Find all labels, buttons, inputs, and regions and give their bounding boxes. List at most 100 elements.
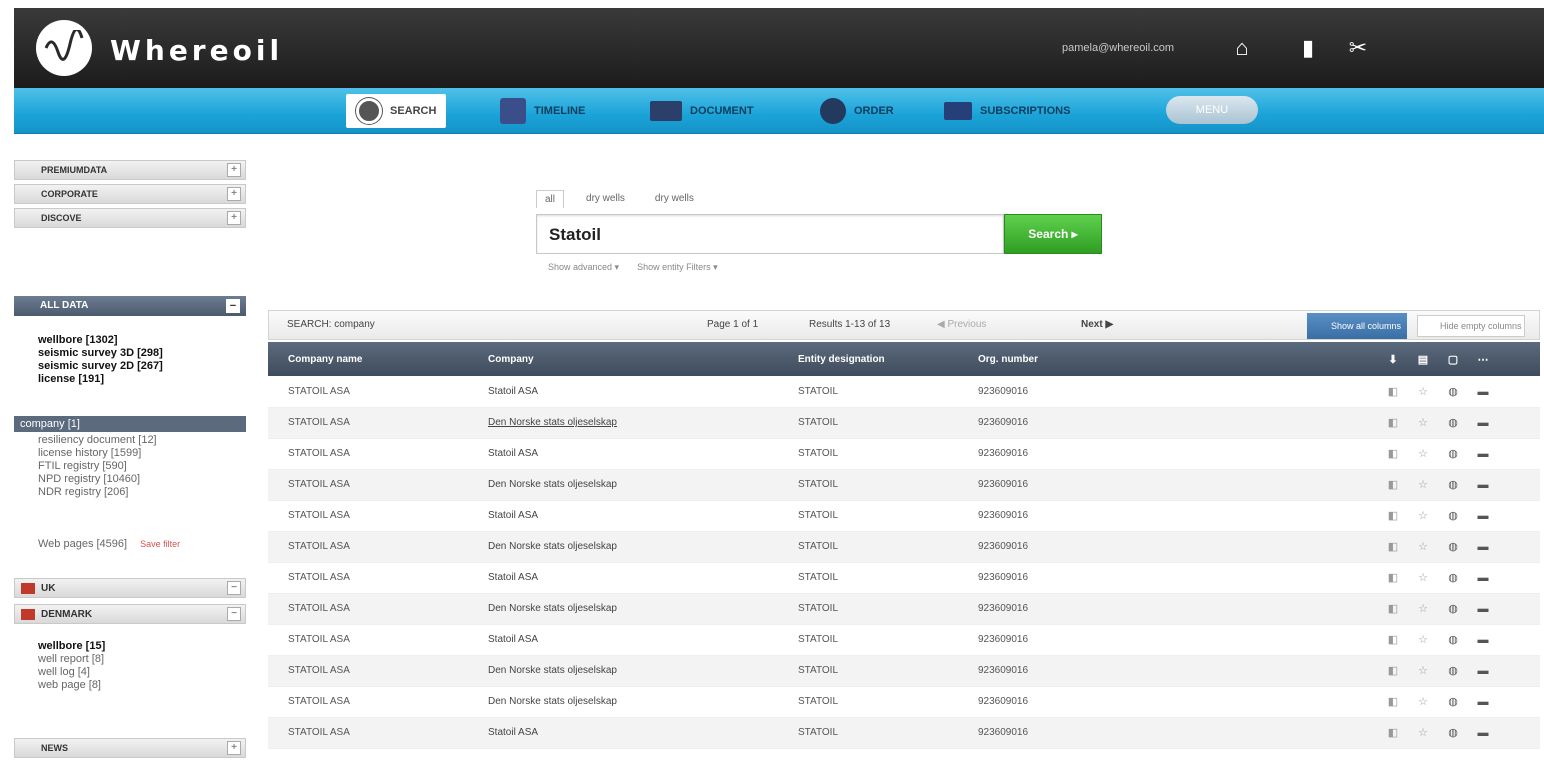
more-icon[interactable]: ⋯ <box>1468 353 1498 366</box>
row-globe-icon[interactable]: ◍ <box>1438 664 1468 677</box>
row-globe-icon[interactable]: ◍ <box>1438 509 1468 522</box>
collapse-icon[interactable]: − <box>226 299 240 313</box>
row-view-icon[interactable]: ◧ <box>1378 385 1408 398</box>
filter-item-web-pages[interactable]: Web pages [4596] Save filter <box>38 538 180 551</box>
table-row[interactable]: STATOIL ASA Den Norske stats oljeselskap S… <box>268 593 1540 625</box>
company-link[interactable]: Statoil ASA <box>488 572 538 583</box>
row-globe-icon[interactable]: ◍ <box>1438 447 1468 460</box>
tools-icon[interactable]: ✂ <box>1346 36 1370 60</box>
filter-item[interactable]: seismic survey 3D [298] <box>38 347 163 360</box>
row-more-icon[interactable]: ▬ <box>1468 479 1498 491</box>
company-link[interactable]: Den Norske stats oljeselskap <box>488 665 617 676</box>
expand-icon[interactable]: + <box>227 187 241 201</box>
filter-item[interactable]: wellbore [15] <box>38 640 105 653</box>
row-star-icon[interactable]: ☆ <box>1408 385 1438 398</box>
filter-item-selected[interactable]: company [1] <box>14 416 246 432</box>
row-globe-icon[interactable]: ◍ <box>1438 695 1468 708</box>
row-view-icon[interactable]: ◧ <box>1378 695 1408 708</box>
row-view-icon[interactable]: ◧ <box>1378 633 1408 646</box>
filter-item[interactable]: license history [1599] <box>38 447 157 460</box>
filter-item[interactable]: web page [8] <box>38 679 105 692</box>
filter-item[interactable]: wellbore [1302] <box>38 334 163 347</box>
row-globe-icon[interactable]: ◍ <box>1438 571 1468 584</box>
table-row[interactable]: STATOIL ASA Den Norske stats oljeselskap S… <box>268 407 1540 439</box>
share-icon[interactable]: ▢ <box>1438 353 1468 366</box>
row-globe-icon[interactable]: ◍ <box>1438 602 1468 615</box>
company-link[interactable]: Den Norske stats oljeselskap <box>488 541 617 552</box>
col-company[interactable]: Company <box>468 342 778 376</box>
nav-search[interactable]: SEARCH <box>346 94 447 128</box>
row-more-icon[interactable]: ▬ <box>1468 727 1498 739</box>
row-globe-icon[interactable]: ◍ <box>1438 478 1468 491</box>
table-row[interactable]: STATOIL ASA Statoil ASA STATOIL 923609016 ◧ ☆… <box>268 500 1540 532</box>
search-input[interactable]: Statoil <box>536 214 1004 254</box>
company-link[interactable]: Den Norske stats oljeselskap <box>488 696 617 707</box>
whereoil-logo[interactable] <box>36 20 92 76</box>
row-more-icon[interactable]: ▬ <box>1468 696 1498 708</box>
entity-filters-toggle[interactable]: Show entity Filters ▾ <box>637 262 718 273</box>
chat-icon[interactable]: ▮ <box>1296 36 1320 60</box>
row-more-icon[interactable]: ▬ <box>1468 386 1498 398</box>
row-star-icon[interactable]: ☆ <box>1408 540 1438 553</box>
filter-item[interactable]: NDR registry [206] <box>38 486 157 499</box>
row-star-icon[interactable]: ☆ <box>1408 478 1438 491</box>
col-company-name[interactable]: Company name <box>268 342 468 376</box>
row-star-icon[interactable]: ☆ <box>1408 509 1438 522</box>
row-star-icon[interactable]: ☆ <box>1408 664 1438 677</box>
row-view-icon[interactable]: ◧ <box>1378 447 1408 460</box>
table-row[interactable]: STATOIL ASA Den Norske stats oljeselskap S… <box>268 469 1540 501</box>
row-star-icon[interactable]: ☆ <box>1408 416 1438 429</box>
row-more-icon[interactable]: ▬ <box>1468 417 1498 429</box>
row-view-icon[interactable]: ◧ <box>1378 726 1408 739</box>
save-filter-link[interactable]: Save filter <box>140 539 180 549</box>
nav-order[interactable]: ORDER <box>810 94 904 128</box>
filter-item[interactable]: seismic survey 2D [267] <box>38 360 163 373</box>
sidebar-category-denmark[interactable]: DENMARK − <box>14 604 246 624</box>
search-button[interactable]: Search ▸ <box>1004 214 1102 254</box>
company-link[interactable]: Statoil ASA <box>488 634 538 645</box>
hide-empty-columns-button[interactable]: Hide empty columns <box>1417 315 1525 337</box>
collapse-icon[interactable]: − <box>227 581 241 595</box>
row-view-icon[interactable]: ◧ <box>1378 478 1408 491</box>
sidebar-header-corporate[interactable]: CORPORATE + <box>14 184 246 204</box>
sidebar-header-premium[interactable]: PREMIUMDATA + <box>14 160 246 180</box>
row-star-icon[interactable]: ☆ <box>1408 695 1438 708</box>
print-icon[interactable]: ▤ <box>1408 353 1438 366</box>
row-more-icon[interactable]: ▬ <box>1468 510 1498 522</box>
filter-item[interactable]: NPD registry [10460] <box>38 473 157 486</box>
user-email[interactable]: pamela@whereoil.com <box>1062 42 1174 54</box>
row-star-icon[interactable]: ☆ <box>1408 633 1438 646</box>
table-row[interactable]: STATOIL ASA Statoil ASA STATOIL 923609016 ◧ ☆… <box>268 624 1540 656</box>
filter-item[interactable]: FTIL registry [590] <box>38 460 157 473</box>
sidebar-category-uk[interactable]: UK − <box>14 578 246 598</box>
download-icon[interactable]: ⬇ <box>1378 353 1408 366</box>
filter-item[interactable]: well report [8] <box>38 653 105 666</box>
row-view-icon[interactable]: ◧ <box>1378 509 1408 522</box>
row-star-icon[interactable]: ☆ <box>1408 447 1438 460</box>
sidebar-section-all-data[interactable]: ALL DATA − <box>14 296 246 316</box>
filter-item[interactable]: resiliency document [12] <box>38 434 157 447</box>
nav-menu-pill[interactable]: MENU <box>1166 96 1258 124</box>
show-all-columns-button[interactable]: Show all columns <box>1307 313 1407 339</box>
row-globe-icon[interactable]: ◍ <box>1438 633 1468 646</box>
table-row[interactable]: STATOIL ASA Statoil ASA STATOIL 923609016 ◧ ☆… <box>268 438 1540 470</box>
table-row[interactable]: STATOIL ASA Den Norske stats oljeselskap S… <box>268 686 1540 718</box>
expand-icon[interactable]: + <box>227 211 241 225</box>
row-view-icon[interactable]: ◧ <box>1378 540 1408 553</box>
sidebar-header-discover[interactable]: DISCOVE + <box>14 208 246 228</box>
row-star-icon[interactable]: ☆ <box>1408 726 1438 739</box>
row-more-icon[interactable]: ▬ <box>1468 572 1498 584</box>
company-link[interactable]: Den Norske stats oljeselskap <box>488 603 617 614</box>
company-link[interactable]: Statoil ASA <box>488 510 538 521</box>
row-more-icon[interactable]: ▬ <box>1468 603 1498 615</box>
filter-item[interactable]: license [191] <box>38 373 163 386</box>
row-globe-icon[interactable]: ◍ <box>1438 385 1468 398</box>
table-row[interactable]: STATOIL ASA Statoil ASA STATOIL 923609016 ◧ ☆… <box>268 376 1540 408</box>
nav-subscriptions[interactable]: SUBSCRIPTIONS <box>934 94 1080 128</box>
expand-icon[interactable]: + <box>227 163 241 177</box>
row-more-icon[interactable]: ▬ <box>1468 634 1498 646</box>
row-globe-icon[interactable]: ◍ <box>1438 540 1468 553</box>
row-view-icon[interactable]: ◧ <box>1378 664 1408 677</box>
sidebar-header-news[interactable]: NEWS + <box>14 738 246 758</box>
previous-link[interactable]: ◀ Previous <box>937 319 986 330</box>
